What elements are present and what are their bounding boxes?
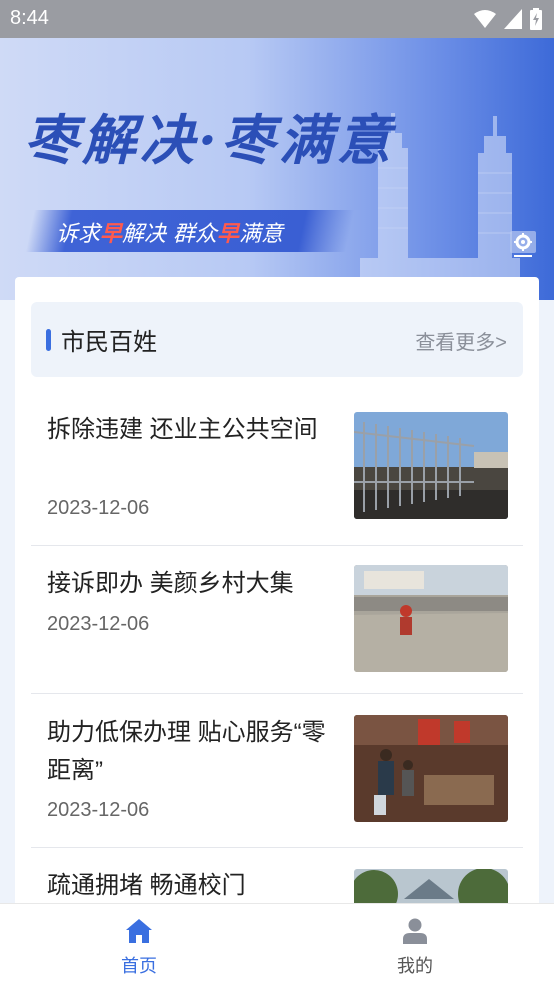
section-header: 市民百姓 查看更多> bbox=[31, 302, 523, 377]
battery-icon bbox=[530, 8, 542, 30]
ribbon-text-part1: 诉求 bbox=[56, 222, 101, 247]
news-headline: 助力低保办理 贴心服务“零距离” bbox=[47, 719, 326, 784]
banner-ribbon-text: 诉求早解决 群众早满意 bbox=[56, 216, 283, 248]
hero-banner: 枣解决·枣满意 诉求早解决 群众早满意 bbox=[0, 38, 554, 300]
news-headline: 疏通拥堵 畅通校门 bbox=[47, 872, 246, 899]
tab-profile[interactable]: 我的 bbox=[355, 918, 475, 978]
section-accent-bar bbox=[46, 329, 51, 351]
news-date: 2023-12-06 bbox=[47, 799, 150, 821]
tab-home-label: 首页 bbox=[121, 956, 157, 976]
news-item[interactable]: 接诉即办 美颜乡村大集 2023-12-06 bbox=[31, 545, 523, 694]
bottom-tab-bar: 首页 我的 bbox=[0, 903, 554, 985]
news-headline: 接诉即办 美颜乡村大集 bbox=[47, 570, 294, 597]
banner-slogan: 枣解决·枣满意 bbox=[24, 108, 395, 172]
signal-icon bbox=[504, 9, 522, 29]
view-more-link[interactable]: 查看更多> bbox=[415, 326, 507, 355]
status-icons bbox=[474, 8, 542, 30]
gear-icon bbox=[510, 231, 536, 257]
news-thumbnail bbox=[354, 412, 508, 519]
tab-profile-label: 我的 bbox=[397, 956, 433, 976]
news-item[interactable]: 拆除违建 还业主公共空间 2023-12-06 bbox=[31, 395, 523, 546]
home-icon bbox=[126, 919, 152, 943]
news-thumbnail bbox=[354, 565, 508, 672]
news-date: 2023-12-06 bbox=[47, 613, 150, 635]
tab-home[interactable]: 首页 bbox=[79, 918, 199, 978]
news-item[interactable]: 助力低保办理 贴心服务“零距离” 2023-12-06 bbox=[31, 694, 523, 848]
section-title: 市民百姓 bbox=[61, 329, 157, 356]
wifi-icon bbox=[474, 10, 496, 28]
ribbon-highlight-2: 早 bbox=[217, 222, 240, 247]
news-headline: 拆除违建 还业主公共空间 bbox=[47, 416, 318, 443]
ribbon-text-part2: 解决 群众 bbox=[122, 222, 218, 247]
status-bar: 8:44 bbox=[0, 0, 554, 38]
ribbon-text-part3: 满意 bbox=[239, 222, 284, 247]
ribbon-highlight-1: 早 bbox=[100, 222, 123, 247]
user-icon bbox=[403, 918, 427, 944]
news-thumbnail bbox=[354, 715, 508, 822]
news-date: 2023-12-06 bbox=[47, 497, 150, 519]
content-card: 市民百姓 查看更多> 拆除违建 还业主公共空间 2023-12-06 接诉即办 … bbox=[15, 277, 539, 917]
status-time: 8:44 bbox=[10, 7, 49, 29]
settings-button[interactable] bbox=[508, 230, 538, 258]
